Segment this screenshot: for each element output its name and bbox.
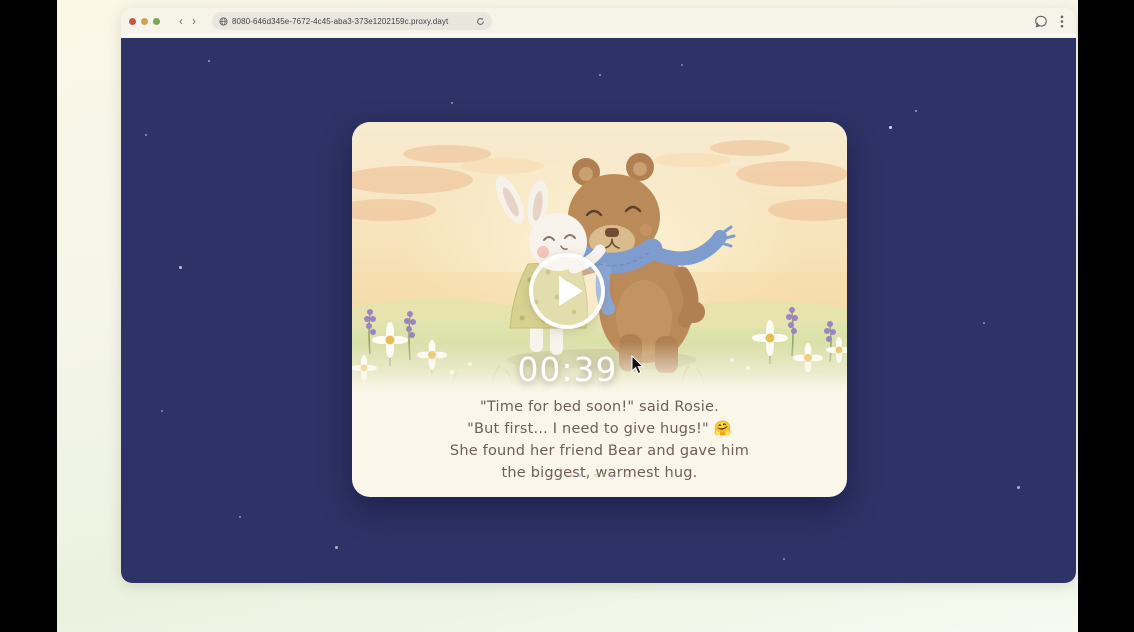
star bbox=[451, 102, 453, 104]
star bbox=[239, 516, 241, 518]
star bbox=[889, 126, 892, 129]
traffic-lights bbox=[129, 17, 160, 25]
forward-icon[interactable]: › bbox=[192, 15, 196, 27]
story-line: "But first... I need to give hugs!" 🤗 bbox=[467, 421, 732, 437]
story-line: the biggest, warmest hug. bbox=[501, 465, 698, 481]
back-icon[interactable]: ‹ bbox=[179, 15, 183, 27]
play-icon bbox=[558, 276, 583, 306]
address-bar[interactable]: 8080-646d345e-7672-4c45-aba3-373e1202159… bbox=[212, 12, 492, 30]
url-text: 8080-646d345e-7672-4c45-aba3-373e1202159… bbox=[232, 16, 449, 26]
star bbox=[915, 110, 917, 112]
star bbox=[145, 134, 147, 136]
star bbox=[599, 74, 601, 76]
browser-toolbar: ‹ › 8080-646d345e-7672-4c45-aba3-373e120… bbox=[121, 8, 1076, 36]
play-button[interactable] bbox=[529, 253, 605, 329]
watermark bbox=[352, 474, 847, 477]
star bbox=[208, 60, 210, 62]
screenshot-stage: ‹ › 8080-646d345e-7672-4c45-aba3-373e120… bbox=[0, 0, 1134, 632]
star bbox=[783, 558, 785, 560]
story-line: "Time for bed soon!" said Rosie. bbox=[480, 399, 719, 415]
toolbar-right-icons bbox=[1035, 15, 1066, 28]
star bbox=[335, 546, 338, 549]
star bbox=[161, 410, 163, 412]
story-line: She found her friend Bear and gave him bbox=[449, 443, 750, 459]
reload-icon[interactable] bbox=[476, 17, 485, 26]
star bbox=[179, 266, 182, 269]
star bbox=[681, 64, 683, 66]
desktop-background: ‹ › 8080-646d345e-7672-4c45-aba3-373e120… bbox=[57, 0, 1078, 632]
chat-bubble-icon[interactable] bbox=[1035, 15, 1048, 28]
zoom-window-button[interactable] bbox=[153, 17, 160, 25]
story-card: 00:39 "Time for bed soon!" said Rosie. "… bbox=[352, 122, 847, 497]
nav-buttons: ‹ › bbox=[179, 15, 196, 27]
browser-window: ‹ › 8080-646d345e-7672-4c45-aba3-373e120… bbox=[121, 8, 1076, 583]
kebab-menu-icon[interactable] bbox=[1060, 15, 1064, 28]
close-window-button[interactable] bbox=[129, 17, 136, 25]
page-viewport: 00:39 "Time for bed soon!" said Rosie. "… bbox=[121, 38, 1076, 583]
minimize-window-button[interactable] bbox=[141, 17, 148, 25]
star bbox=[983, 322, 985, 324]
star bbox=[1017, 486, 1020, 489]
globe-icon bbox=[219, 16, 228, 26]
story-text: "Time for bed soon!" said Rosie. "But fi… bbox=[352, 396, 847, 484]
video-timecode: 00:39 bbox=[517, 350, 618, 389]
